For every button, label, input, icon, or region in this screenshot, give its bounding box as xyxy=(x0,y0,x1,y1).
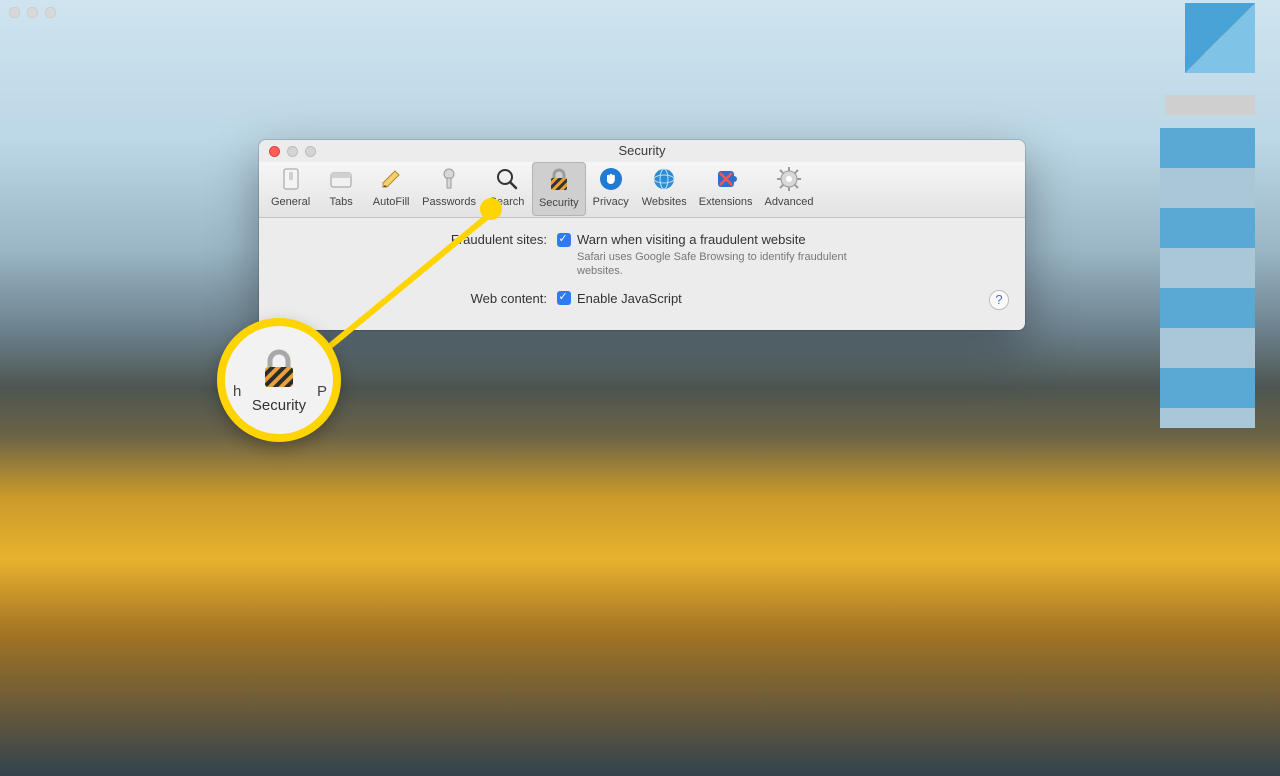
callout-left-glyph: h xyxy=(233,383,241,400)
tab-label: Advanced xyxy=(765,196,814,208)
callout-right-glyph: P xyxy=(317,383,327,400)
help-button[interactable]: ? xyxy=(989,290,1009,310)
preferences-toolbar: General Tabs AutoFill Passwords xyxy=(259,162,1025,218)
warn-fraudulent-label: Warn when visiting a fraudulent website xyxy=(577,232,806,247)
tab-websites[interactable]: Websites xyxy=(636,162,693,216)
warn-fraudulent-checkbox[interactable] xyxy=(557,233,571,247)
tab-passwords[interactable]: Passwords xyxy=(416,162,482,216)
callout-pointer-dot xyxy=(480,198,502,220)
key-icon xyxy=(434,164,464,194)
browser-window-traffic-lights xyxy=(9,7,56,18)
tab-tabs[interactable]: Tabs xyxy=(316,162,366,216)
tab-label: Tabs xyxy=(330,196,353,208)
preferences-content: Fraudulent sites: Warn when visiting a f… xyxy=(259,218,1025,322)
tab-label: AutoFill xyxy=(373,196,410,208)
zoom-window-button[interactable] xyxy=(305,146,316,157)
tab-label: Passwords xyxy=(422,196,476,208)
gear-icon xyxy=(774,164,804,194)
tab-label: Websites xyxy=(642,196,687,208)
tab-general[interactable]: General xyxy=(265,162,316,216)
tab-label: Security xyxy=(539,197,579,209)
magnifying-glass-icon xyxy=(492,164,522,194)
globe-icon xyxy=(649,164,679,194)
tabs-icon xyxy=(326,164,356,194)
decorative-block xyxy=(1160,128,1255,428)
callout-label: Security xyxy=(252,397,306,414)
hand-icon xyxy=(596,164,626,194)
desktop-background: Security General Tabs AutoFill xyxy=(0,0,1280,776)
window-titlebar[interactable]: Security xyxy=(259,140,1025,162)
minimize-window-button[interactable] xyxy=(287,146,298,157)
fraudulent-sites-label: Fraudulent sites: xyxy=(277,232,557,247)
callout-magnifier: Security h P xyxy=(217,318,341,442)
fraudulent-note: Safari uses Google Safe Browsing to iden… xyxy=(577,250,877,279)
tab-security[interactable]: Security xyxy=(532,162,586,216)
switch-icon xyxy=(276,164,306,194)
tab-extensions[interactable]: Extensions xyxy=(693,162,759,216)
enable-javascript-label: Enable JavaScript xyxy=(577,291,682,306)
tab-privacy[interactable]: Privacy xyxy=(586,162,636,216)
enable-javascript-checkbox[interactable] xyxy=(557,291,571,305)
safari-preferences-window: Security General Tabs AutoFill xyxy=(259,140,1025,330)
lock-icon xyxy=(544,165,574,195)
tab-label: Privacy xyxy=(593,196,629,208)
pencil-icon xyxy=(376,164,406,194)
puzzle-icon xyxy=(711,164,741,194)
web-content-label: Web content: xyxy=(277,291,557,306)
tab-autofill[interactable]: AutoFill xyxy=(366,162,416,216)
tab-advanced[interactable]: Advanced xyxy=(759,162,820,216)
tab-label: Extensions xyxy=(699,196,753,208)
decorative-block xyxy=(1185,3,1255,73)
decorative-block xyxy=(1165,95,1255,115)
window-title: Security xyxy=(259,140,1025,158)
close-window-button[interactable] xyxy=(269,146,280,157)
tab-label: General xyxy=(271,196,310,208)
lock-icon xyxy=(256,347,302,393)
